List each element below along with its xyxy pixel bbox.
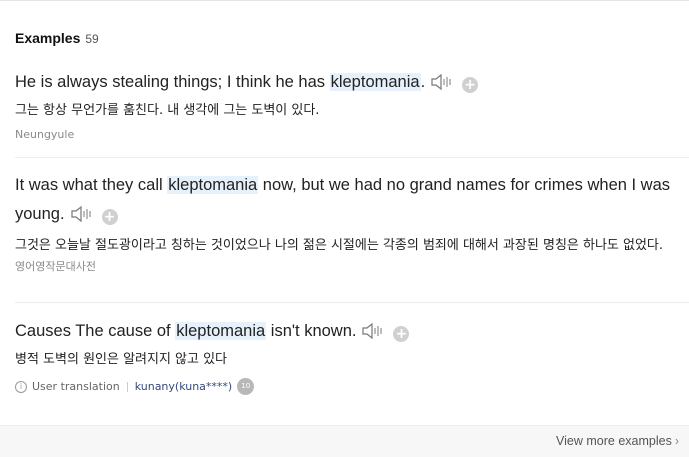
- example-item: Causes The cause of kleptomania isn't kn…: [15, 317, 689, 395]
- speaker-icon[interactable]: [70, 204, 93, 233]
- view-more-label: View more examples: [556, 434, 672, 448]
- divider: [15, 302, 689, 303]
- examples-title: Examples: [15, 30, 81, 46]
- keyword-highlight[interactable]: kleptomania: [329, 73, 421, 91]
- top-border: [0, 0, 689, 1]
- example-item: It was what they call kleptomania now, b…: [15, 171, 689, 274]
- sentence-text: .: [420, 73, 426, 91]
- view-more-link[interactable]: View more examples ›: [556, 434, 679, 448]
- plus-icon[interactable]: +: [462, 77, 479, 93]
- plus-icon[interactable]: +: [101, 209, 118, 225]
- examples-count: 59: [85, 32, 99, 46]
- example-item: He is always stealing things; I think he…: [15, 68, 689, 141]
- sentence-text: Causes The cause of: [15, 322, 176, 340]
- footer: View more examples ›: [0, 425, 689, 457]
- sentence-text: isn't known.: [266, 322, 357, 340]
- keyword-highlight[interactable]: kleptomania: [175, 322, 267, 340]
- meta-separator: [126, 381, 128, 392]
- divider: [15, 157, 689, 158]
- translator-user[interactable]: kunany(kuna****): [135, 380, 233, 393]
- keyword-highlight[interactable]: kleptomania: [167, 176, 259, 194]
- example-sentence: He is always stealing things; I think he…: [15, 68, 689, 101]
- user-level-badge: 10: [237, 378, 255, 395]
- example-sentence: It was what they call kleptomania now, b…: [15, 171, 689, 233]
- sentence-text: He is always stealing things; I think he…: [15, 73, 330, 91]
- sentence-text: It was what they call: [15, 176, 168, 194]
- speaker-icon[interactable]: [362, 321, 384, 350]
- info-icon[interactable]: i: [15, 380, 27, 393]
- plus-icon[interactable]: +: [393, 326, 410, 342]
- example-translation: 그는 항상 무언가를 훔친다. 내 생각에 그는 도벽이 있다.: [15, 103, 320, 118]
- example-translation: 그것은 오늘날 절도광이라고 칭하는 것이었으나 나의 젊은 시절에는 각종의 …: [15, 238, 664, 253]
- example-source: 영어영작문대사전: [15, 260, 96, 273]
- user-translation-label: User translation: [32, 380, 120, 393]
- examples-header: Examples 59: [15, 30, 99, 46]
- chevron-right-icon: ›: [674, 434, 679, 448]
- translation-meta: i User translation kunany(kuna****) 10: [15, 378, 689, 395]
- example-translation: 병적 도벽의 원인은 알려지지 않고 있다: [15, 352, 228, 367]
- example-source: Neungyule: [15, 128, 75, 141]
- example-sentence: Causes The cause of kleptomania isn't kn…: [15, 317, 689, 350]
- speaker-icon[interactable]: [431, 72, 453, 101]
